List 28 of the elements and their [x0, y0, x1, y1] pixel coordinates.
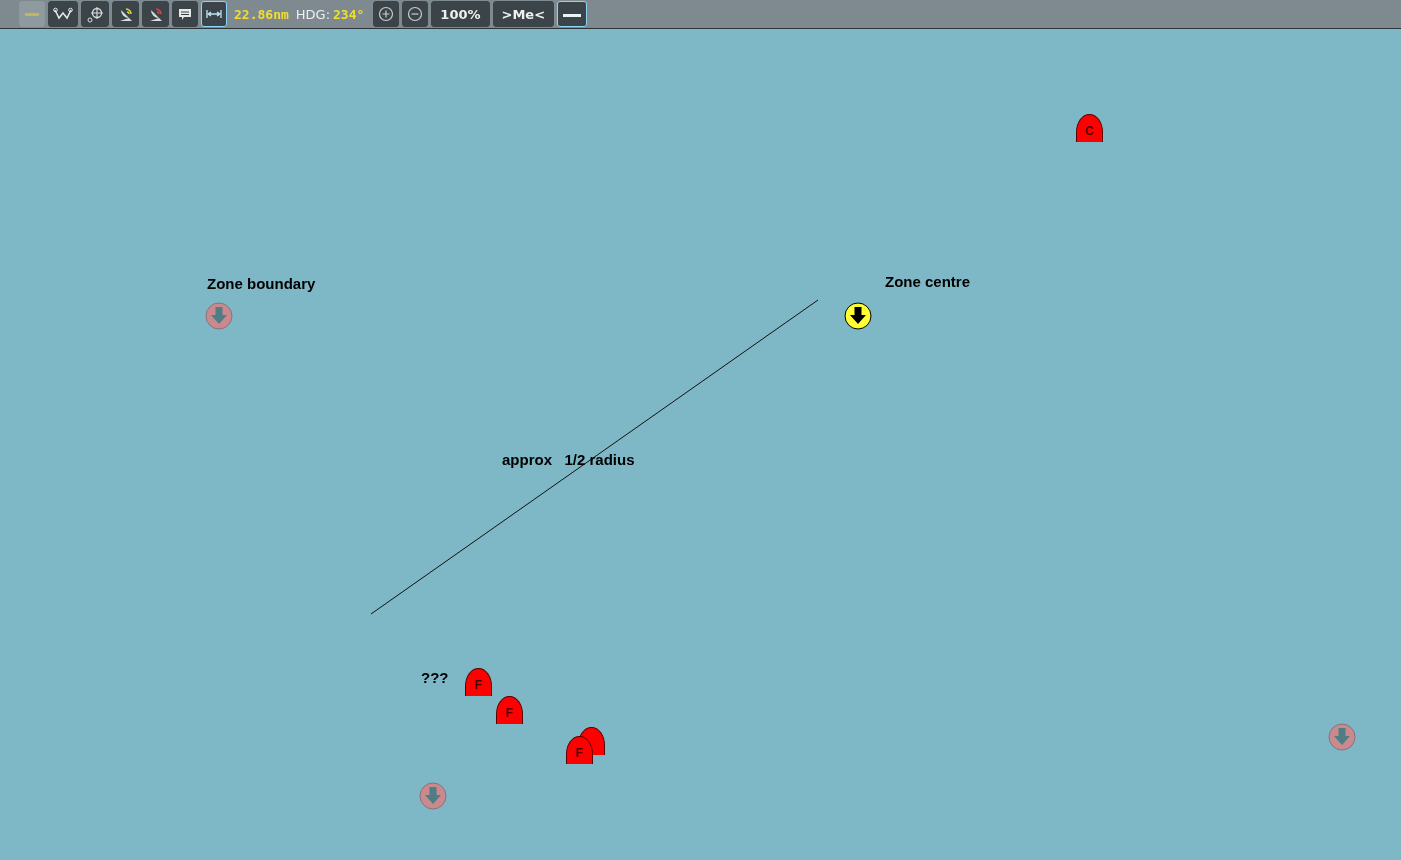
map-label: Zone centre [885, 273, 971, 290]
distance-readout: 22.86nm [234, 6, 289, 22]
tool-button[interactable] [112, 1, 139, 27]
tool-button[interactable] [172, 1, 198, 27]
zoom-level-button[interactable]: 100% [431, 1, 490, 27]
map-label: approx 1/2 radius [502, 451, 635, 468]
ruler-icon [206, 7, 222, 21]
heading-label: HDG: [295, 6, 331, 22]
message-icon [178, 7, 192, 21]
zoom-in-icon [378, 6, 395, 22]
map-label: Zone boundary [207, 275, 316, 292]
zoom-out-button[interactable] [402, 1, 429, 27]
contact-marker: F [566, 736, 593, 764]
line-tool-button[interactable] [557, 1, 588, 27]
contact-marker: C [1076, 114, 1103, 142]
center-on-me-button[interactable]: >Me< [492, 1, 555, 27]
route-icon [53, 6, 73, 22]
tool-button[interactable] [48, 1, 78, 27]
contact-marker: F [465, 668, 492, 696]
crosshair-icon [86, 5, 104, 23]
contact-marker: F [496, 696, 523, 724]
dash-icon [25, 12, 39, 16]
tool-button[interactable] [142, 1, 169, 27]
zoom-out-icon [407, 6, 424, 22]
tool-button[interactable] [81, 1, 109, 27]
map-label: ??? [421, 669, 449, 686]
heading-readout: 234° [333, 6, 365, 22]
zoom-in-button[interactable] [373, 1, 400, 27]
